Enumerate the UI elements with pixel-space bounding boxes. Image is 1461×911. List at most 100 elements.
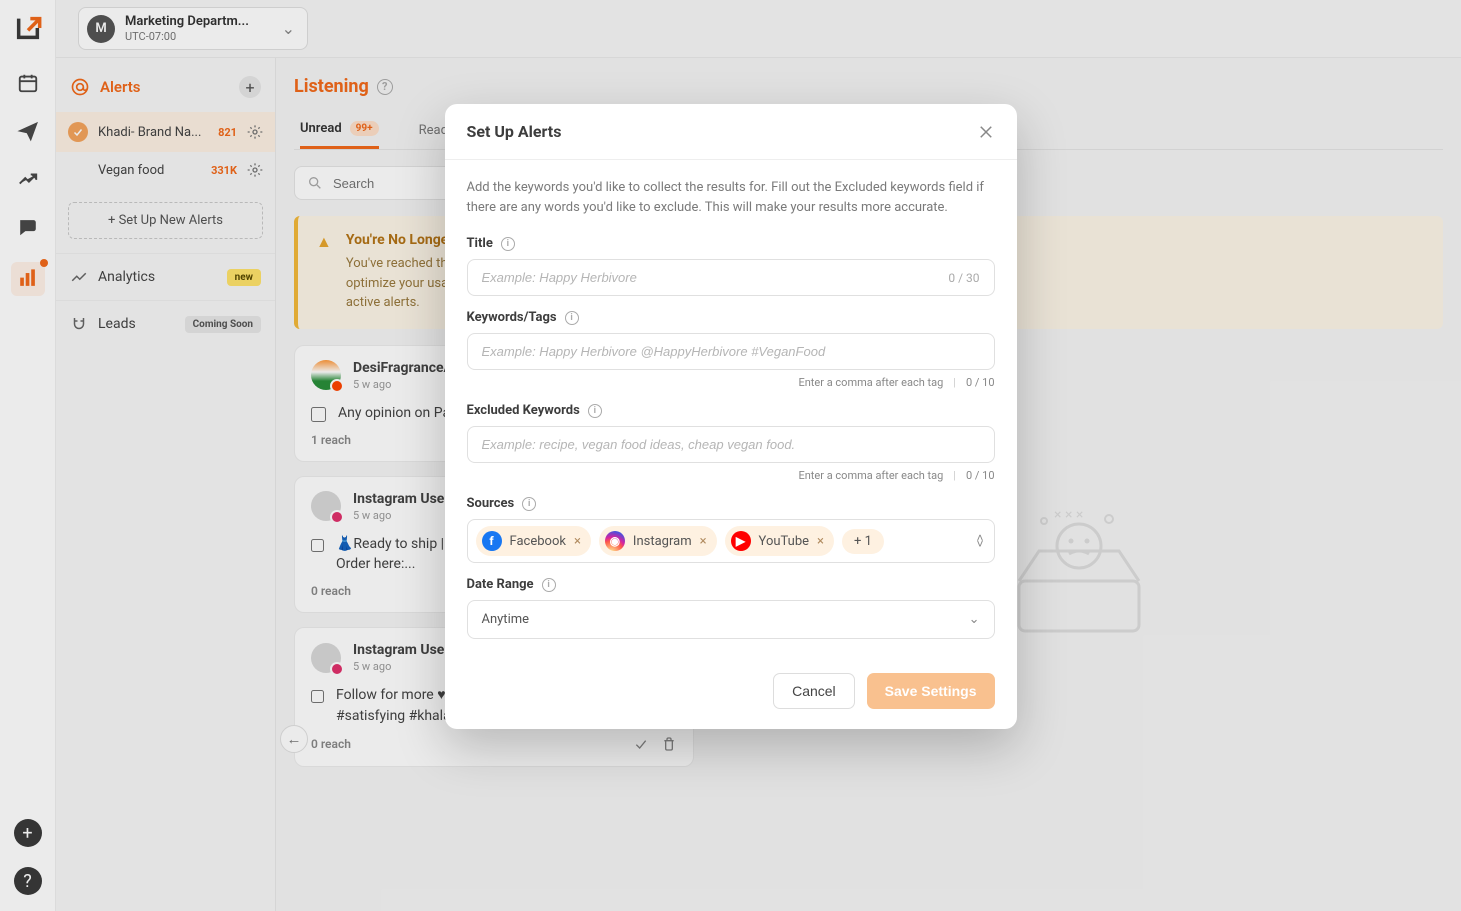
feed-username: Instagram User: [353, 491, 449, 507]
sidebar-item-analytics[interactable]: Analytics new: [56, 253, 275, 300]
source-chip-more[interactable]: + 1: [842, 529, 884, 554]
alert-count: 331K: [211, 164, 237, 177]
avatar: [311, 491, 341, 521]
info-icon[interactable]: i: [588, 404, 602, 418]
youtube-icon: ▶: [731, 531, 751, 551]
app-logo: [14, 14, 42, 42]
avatar: [311, 360, 341, 390]
nav-listening-icon[interactable]: [11, 262, 45, 296]
source-chip-instagram[interactable]: ◉ Instagram ×: [599, 526, 717, 556]
tab-count-badge: 99+: [350, 121, 379, 136]
alert-name: Khadi- Brand Na...: [98, 125, 208, 140]
nav-chat-icon[interactable]: [15, 214, 41, 240]
info-icon[interactable]: i: [522, 497, 536, 511]
alert-title-input[interactable]: [482, 270, 949, 285]
warning-icon: ▲: [316, 232, 332, 313]
panel-title: Alerts: [100, 78, 141, 96]
field-label-keywords: Keywords/Tags i: [467, 310, 995, 325]
nav-analytics-icon[interactable]: [15, 166, 41, 192]
tag-counter: 0 / 10: [966, 376, 995, 389]
excluded-keywords-input[interactable]: [482, 437, 980, 452]
sidebar-item-leads[interactable]: Leads Coming Soon: [56, 300, 275, 347]
workspace-avatar: M: [87, 15, 115, 43]
magnet-icon: [70, 315, 88, 333]
top-bar: M Marketing Departm... UTC-07:00 ⌄: [56, 0, 1461, 58]
info-icon[interactable]: i: [565, 311, 579, 325]
feed-select-checkbox[interactable]: [311, 538, 324, 553]
nav-send-icon[interactable]: [15, 118, 41, 144]
workspace-selector[interactable]: M Marketing Departm... UTC-07:00 ⌄: [78, 7, 308, 50]
feed-select-checkbox[interactable]: [311, 407, 326, 422]
chip-remove-icon[interactable]: ×: [817, 534, 824, 549]
feed-timestamp: 5 w ago: [353, 660, 449, 673]
page-title: Listening ?: [294, 76, 1443, 97]
reach-label: 0 reach: [311, 737, 351, 751]
alert-count: 821: [218, 126, 237, 139]
nav-calendar-icon[interactable]: [15, 70, 41, 96]
instagram-icon: [330, 510, 344, 524]
source-chip-youtube[interactable]: ▶ YouTube ×: [725, 526, 834, 556]
help-button[interactable]: ?: [14, 867, 42, 895]
alert-item[interactable]: Vegan food 331K: [56, 152, 275, 188]
collapse-handle[interactable]: ←: [280, 725, 308, 753]
field-label-daterange: Date Range i: [467, 577, 995, 592]
info-icon[interactable]: i: [542, 578, 556, 592]
coming-soon-badge: Coming Soon: [185, 316, 261, 333]
instagram-icon: ◉: [605, 531, 625, 551]
char-counter: 0 / 30: [948, 271, 979, 285]
feed-timestamp: 5 w ago: [353, 509, 449, 522]
reddit-icon: [330, 379, 344, 393]
facebook-icon: f: [482, 531, 502, 551]
gear-icon[interactable]: [247, 124, 263, 140]
chip-remove-icon[interactable]: ×: [574, 534, 581, 549]
close-icon[interactable]: [977, 123, 995, 141]
add-global-button[interactable]: +: [14, 819, 42, 847]
workspace-name: Marketing Departm...: [125, 14, 249, 30]
at-icon: [70, 77, 90, 97]
expand-icon[interactable]: ˄˅: [976, 535, 983, 548]
set-up-new-alerts-button[interactable]: + Set Up New Alerts: [68, 202, 263, 239]
sidebar-item-label: Analytics: [98, 269, 155, 285]
analytics-icon: [70, 268, 88, 286]
cancel-button[interactable]: Cancel: [773, 673, 855, 709]
alert-name: Vegan food: [98, 163, 201, 178]
tag-counter: 0 / 10: [966, 469, 995, 482]
keywords-input[interactable]: [482, 344, 980, 359]
check-icon[interactable]: [633, 736, 649, 752]
daterange-select[interactable]: Anytime ⌄: [467, 600, 995, 639]
search-icon: [307, 175, 323, 191]
field-label-sources: Sources i: [467, 496, 995, 511]
tab-read[interactable]: Read: [419, 111, 448, 149]
instagram-icon: [330, 662, 344, 676]
avatar: [311, 643, 341, 673]
panel-add-button[interactable]: +: [239, 76, 261, 98]
reach-label: 1 reach: [311, 433, 351, 447]
chip-remove-icon[interactable]: ×: [700, 534, 707, 549]
svg-text:× × ×: × × ×: [1054, 507, 1083, 523]
trash-icon[interactable]: [661, 736, 677, 752]
helper-text: Enter a comma after each tag: [798, 469, 943, 482]
feed-username: Instagram User: [353, 642, 449, 658]
feed-select-checkbox[interactable]: [311, 689, 324, 704]
alerts-side-panel: Alerts + Khadi- Brand Na... 821 Vegan fo…: [56, 58, 276, 911]
helper-text: Enter a comma after each tag: [798, 376, 943, 389]
field-label-title: Title i: [467, 236, 995, 251]
reach-label: 0 reach: [311, 584, 351, 598]
tab-unread[interactable]: Unread 99+: [300, 111, 379, 149]
field-label-excluded: Excluded Keywords i: [467, 403, 995, 418]
workspace-timezone: UTC-07:00: [125, 30, 249, 43]
gear-icon[interactable]: [247, 162, 263, 178]
check-icon: [68, 122, 88, 142]
chevron-down-icon: ⌄: [969, 612, 980, 627]
chevron-down-icon: ⌄: [282, 19, 295, 38]
modal-description: Add the keywords you'd like to collect t…: [467, 178, 995, 218]
sidebar-item-label: Leads: [98, 316, 136, 332]
icon-rail: + ?: [0, 0, 56, 911]
sources-multiselect[interactable]: f Facebook × ◉ Instagram × ▶ YouTube ×: [467, 519, 995, 563]
save-settings-button[interactable]: Save Settings: [867, 673, 995, 709]
info-icon[interactable]: ?: [377, 79, 393, 95]
alert-item[interactable]: Khadi- Brand Na... 821: [56, 112, 275, 152]
source-chip-facebook[interactable]: f Facebook ×: [476, 526, 591, 556]
info-icon[interactable]: i: [501, 237, 515, 251]
set-up-alerts-modal: Set Up Alerts Add the keywords you'd lik…: [445, 104, 1017, 729]
